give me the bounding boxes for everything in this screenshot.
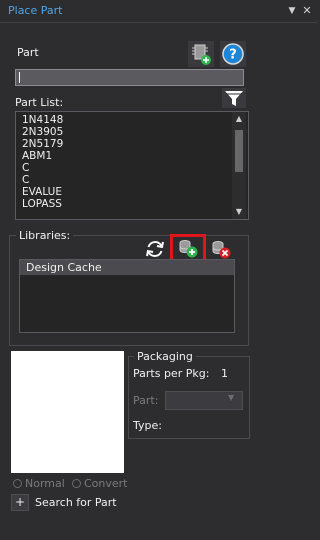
parts-per-pkg-value: 1 bbox=[221, 367, 228, 380]
dropdown-icon[interactable]: ▼ bbox=[285, 6, 299, 16]
list-item[interactable]: 2N5179 bbox=[22, 138, 63, 150]
window-title: Place Part bbox=[8, 4, 63, 17]
part-label: Part bbox=[17, 46, 39, 59]
list-item[interactable]: 1N4148 bbox=[22, 114, 63, 126]
add-library-icon bbox=[179, 240, 198, 258]
list-item[interactable]: ABM1 bbox=[22, 150, 52, 162]
pkg-type-label: Type: bbox=[133, 419, 162, 432]
parts-per-pkg-label: Parts per Pkg: bbox=[133, 367, 210, 380]
add-part-button[interactable] bbox=[188, 41, 214, 67]
search-for-part-label[interactable]: Search for Part bbox=[35, 496, 117, 509]
refresh-button[interactable] bbox=[143, 237, 167, 261]
part-search-input[interactable] bbox=[15, 69, 244, 86]
filter-icon bbox=[225, 91, 243, 106]
scroll-down-icon[interactable]: ▼ bbox=[232, 207, 246, 216]
add-library-button[interactable] bbox=[170, 234, 206, 262]
add-part-icon bbox=[192, 44, 211, 65]
svg-text:?: ? bbox=[229, 48, 237, 63]
part-preview bbox=[11, 351, 124, 473]
normal-label: Normal bbox=[25, 477, 65, 490]
normal-radio[interactable] bbox=[13, 479, 22, 488]
part-list[interactable]: 1N4148 2N3905 2N5179 ABM1 C C EVALUE LOP… bbox=[15, 111, 249, 220]
convert-label: Convert bbox=[84, 477, 128, 490]
chevron-down-icon: ▼ bbox=[228, 393, 235, 402]
list-item[interactable]: C bbox=[22, 162, 29, 174]
search-expand-button[interactable]: + bbox=[11, 494, 29, 511]
refresh-icon bbox=[146, 241, 164, 257]
libraries-label: Libraries: bbox=[16, 229, 74, 242]
part-list-label: Part List: bbox=[15, 96, 64, 109]
pkg-part-label: Part: bbox=[133, 394, 159, 407]
library-item[interactable]: Design Cache bbox=[26, 261, 102, 274]
filter-button[interactable] bbox=[222, 88, 246, 108]
convert-radio[interactable] bbox=[72, 479, 81, 488]
list-item[interactable]: EVALUE bbox=[22, 186, 62, 198]
list-item[interactable]: C bbox=[22, 174, 29, 186]
packaging-label: Packaging bbox=[134, 350, 196, 363]
help-icon: ? bbox=[222, 43, 244, 65]
scrollbar-thumb[interactable] bbox=[235, 130, 243, 172]
list-item[interactable]: LOPASS bbox=[22, 198, 62, 210]
close-icon[interactable]: ✕ bbox=[300, 4, 314, 17]
list-item[interactable]: 2N3905 bbox=[22, 126, 63, 138]
help-button[interactable]: ? bbox=[220, 41, 246, 67]
remove-library-icon bbox=[212, 241, 231, 259]
text-caret bbox=[19, 72, 20, 83]
remove-library-button[interactable] bbox=[208, 237, 234, 261]
scroll-up-icon[interactable]: ▲ bbox=[232, 114, 246, 123]
